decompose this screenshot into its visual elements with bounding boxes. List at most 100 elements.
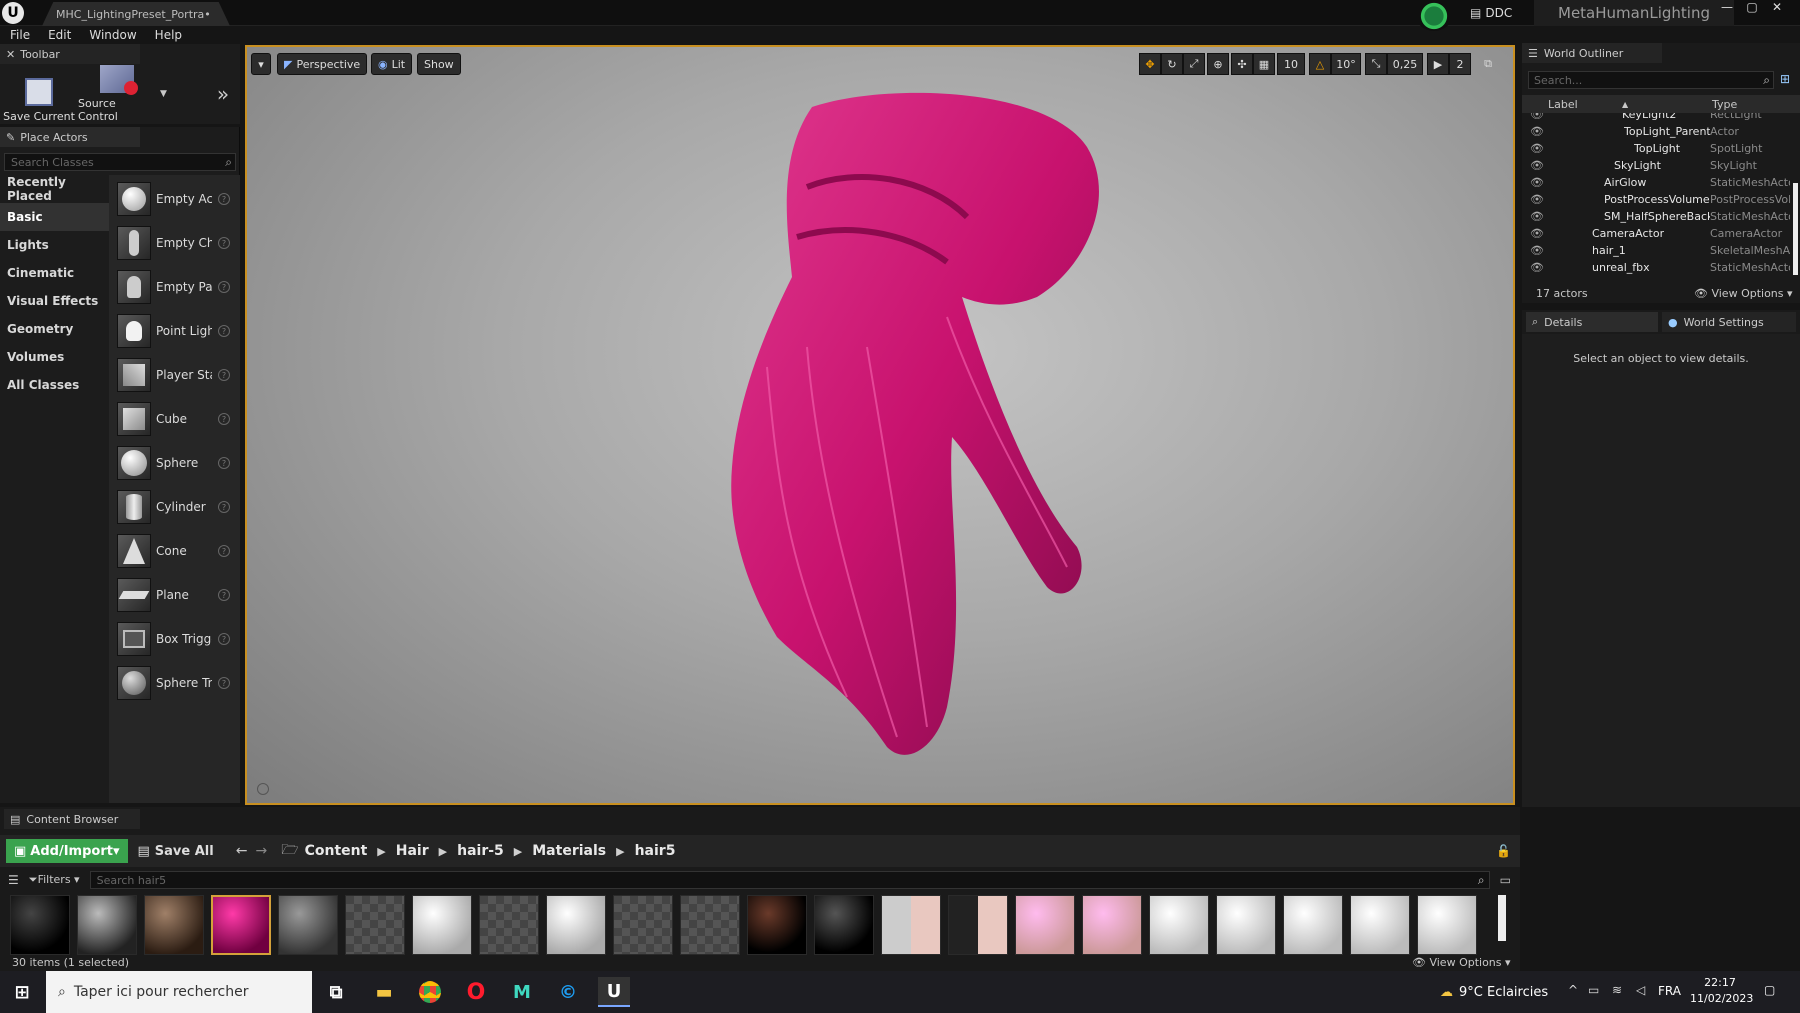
tab-world-settings[interactable]: ● World Settings (1662, 312, 1796, 332)
outliner-row[interactable]: 👁 hair_1 SkeletalMeshActor (1522, 242, 1800, 259)
view-options-button[interactable]: 👁 View Options ▾ (1694, 287, 1793, 300)
asset-tile[interactable] (814, 895, 874, 955)
tab-toolbar[interactable]: ✕ Toolbar (0, 44, 140, 64)
category-cinematic[interactable]: Cinematic (0, 259, 109, 287)
actor-item[interactable]: Empty Pawn? (117, 267, 240, 307)
network-icon[interactable]: ▭ (1588, 983, 1599, 997)
breadcrumb-hair-5[interactable]: hair-5 (457, 843, 504, 859)
asset-tile-selected[interactable] (211, 895, 271, 955)
maximize-button[interactable]: ▢ (1741, 0, 1763, 14)
actor-item[interactable]: Sphere Trigger? (117, 663, 240, 703)
menu-help[interactable]: Help (155, 28, 182, 42)
category-all-classes[interactable]: All Classes (0, 371, 109, 399)
actor-item[interactable]: Cylinder? (117, 487, 240, 527)
help-icon[interactable]: ? (218, 457, 230, 469)
task-view-icon[interactable]: ⧉ (320, 977, 352, 1007)
wifi-icon[interactable]: ≋ (1612, 983, 1622, 997)
category-basic[interactable]: Basic (0, 203, 109, 231)
help-icon[interactable]: ? (218, 633, 230, 645)
visibility-icon[interactable]: 👁 (1530, 227, 1544, 240)
unreal-engine-taskbar-icon[interactable]: U (598, 977, 630, 1007)
help-icon[interactable]: ? (218, 369, 230, 381)
maya-icon[interactable]: M (506, 977, 538, 1007)
col-type[interactable]: Type (1712, 98, 1737, 111)
level-viewport[interactable]: ▾ ◤ Perspective ◉ Lit Show ✥ ↻ ⤢ ⊕ ✣ ▦ 10 … (245, 45, 1515, 805)
actor-item[interactable]: Box Trigger? (117, 619, 240, 659)
outliner-row[interactable]: 👁 unreal_fbx StaticMeshActor (1522, 259, 1800, 276)
asset-tile[interactable] (10, 895, 70, 955)
help-icon[interactable]: ? (218, 677, 230, 689)
asset-tile[interactable] (1216, 895, 1276, 955)
visibility-icon[interactable]: 👁 (1530, 125, 1544, 138)
asset-tile[interactable] (948, 895, 1008, 955)
ddc-status-icon[interactable] (1416, 1, 1452, 31)
asset-scrollbar[interactable] (1498, 895, 1506, 941)
save-all-button[interactable]: ▤ Save All (138, 844, 214, 859)
visibility-icon[interactable]: 👁 (1530, 113, 1544, 121)
cb-view-options-button[interactable]: 👁 View Options ▾ (1412, 956, 1511, 969)
clock[interactable]: 22:17 11/02/2023 (1690, 976, 1753, 1005)
source-control-dropdown-icon[interactable]: ▼ (160, 89, 167, 99)
add-import-button[interactable]: ▣ Add/Import ▾ (6, 839, 128, 863)
menu-edit[interactable]: Edit (48, 28, 71, 42)
visibility-icon[interactable]: 👁 (1530, 261, 1544, 274)
actor-item[interactable]: Cube? (117, 399, 240, 439)
menu-window[interactable]: Window (89, 28, 136, 42)
back-arrow-icon[interactable]: ← (236, 843, 248, 859)
windows-start-icon[interactable]: ⊞ (6, 977, 38, 1007)
outliner-row[interactable]: 👁 SkyLight SkyLight (1522, 157, 1800, 174)
actor-item[interactable]: Player Start? (117, 355, 240, 395)
visibility-icon[interactable]: 👁 (1530, 244, 1544, 257)
asset-tile[interactable] (680, 895, 740, 955)
help-icon[interactable]: ? (218, 501, 230, 513)
chrome-icon[interactable] (414, 977, 446, 1007)
tray-chevron-icon[interactable]: ^ (1568, 983, 1578, 997)
asset-tile[interactable] (1417, 895, 1477, 955)
actor-item[interactable]: Point Light? (117, 311, 240, 351)
help-icon[interactable]: ? (218, 237, 230, 249)
forward-arrow-icon[interactable]: → (255, 843, 267, 859)
category-visual-effects[interactable]: Visual Effects (0, 287, 109, 315)
lock-icon[interactable]: 🔓 (1496, 844, 1511, 858)
tab-details[interactable]: ⌕ Details (1526, 312, 1658, 332)
asset-tile[interactable] (1015, 895, 1075, 955)
outliner-row[interactable]: 👁 KeyLight2 RectLight (1522, 113, 1800, 123)
outliner-scrollbar[interactable] (1793, 183, 1798, 275)
outliner-row[interactable]: 👁 AirGlow StaticMeshActor (1522, 174, 1800, 191)
tab-content-browser[interactable]: ▤ Content Browser (4, 809, 140, 829)
breadcrumb-hair5[interactable]: hair5 (635, 843, 676, 859)
actor-item[interactable]: Empty Actor? (117, 179, 240, 219)
language-indicator[interactable]: FRA (1658, 984, 1681, 998)
search-classes-input[interactable]: Search Classes ⌕ (4, 153, 236, 171)
menu-file[interactable]: File (10, 28, 30, 42)
taskbar-search-input[interactable]: ⌕ Taper ici pour rechercher (46, 971, 312, 1013)
save-current-button[interactable]: Save Current (0, 65, 78, 123)
asset-tile[interactable] (278, 895, 338, 955)
filters-button[interactable]: ⏷Filters ▾ (29, 873, 80, 887)
category-volumes[interactable]: Volumes (0, 343, 109, 371)
ddc-button[interactable]: ▤ DDC (1470, 3, 1520, 23)
hair-mesh[interactable] (247, 47, 1513, 803)
file-explorer-icon[interactable]: ▬ (368, 977, 400, 1007)
actor-item[interactable]: Sphere? (117, 443, 240, 483)
asset-tile[interactable] (479, 895, 539, 955)
actor-item[interactable]: Cone? (117, 531, 240, 571)
visibility-icon[interactable]: 👁 (1530, 142, 1544, 155)
outliner-row[interactable]: 👁 PostProcessVolumePostProcessVolume (1522, 191, 1800, 208)
asset-tile[interactable] (412, 895, 472, 955)
help-icon[interactable]: ? (218, 281, 230, 293)
outliner-row[interactable]: 👁 TopLight_Parent Actor (1522, 123, 1800, 140)
help-icon[interactable]: ? (218, 545, 230, 557)
creative-cloud-icon[interactable]: © (552, 977, 584, 1007)
asset-tile[interactable] (1283, 895, 1343, 955)
breadcrumb-hair[interactable]: Hair (396, 843, 429, 859)
category-geometry[interactable]: Geometry (0, 315, 109, 343)
outliner-row[interactable]: 👁 TopLight SpotLight (1522, 140, 1800, 157)
visibility-icon[interactable]: 👁 (1530, 176, 1544, 189)
outliner-add-filter-icon[interactable]: ⊞ (1780, 72, 1790, 86)
help-icon[interactable]: ? (218, 193, 230, 205)
asset-tile[interactable] (546, 895, 606, 955)
source-control-button[interactable]: Source Control (78, 65, 156, 123)
asset-tile[interactable] (144, 895, 204, 955)
help-icon[interactable]: ? (218, 413, 230, 425)
